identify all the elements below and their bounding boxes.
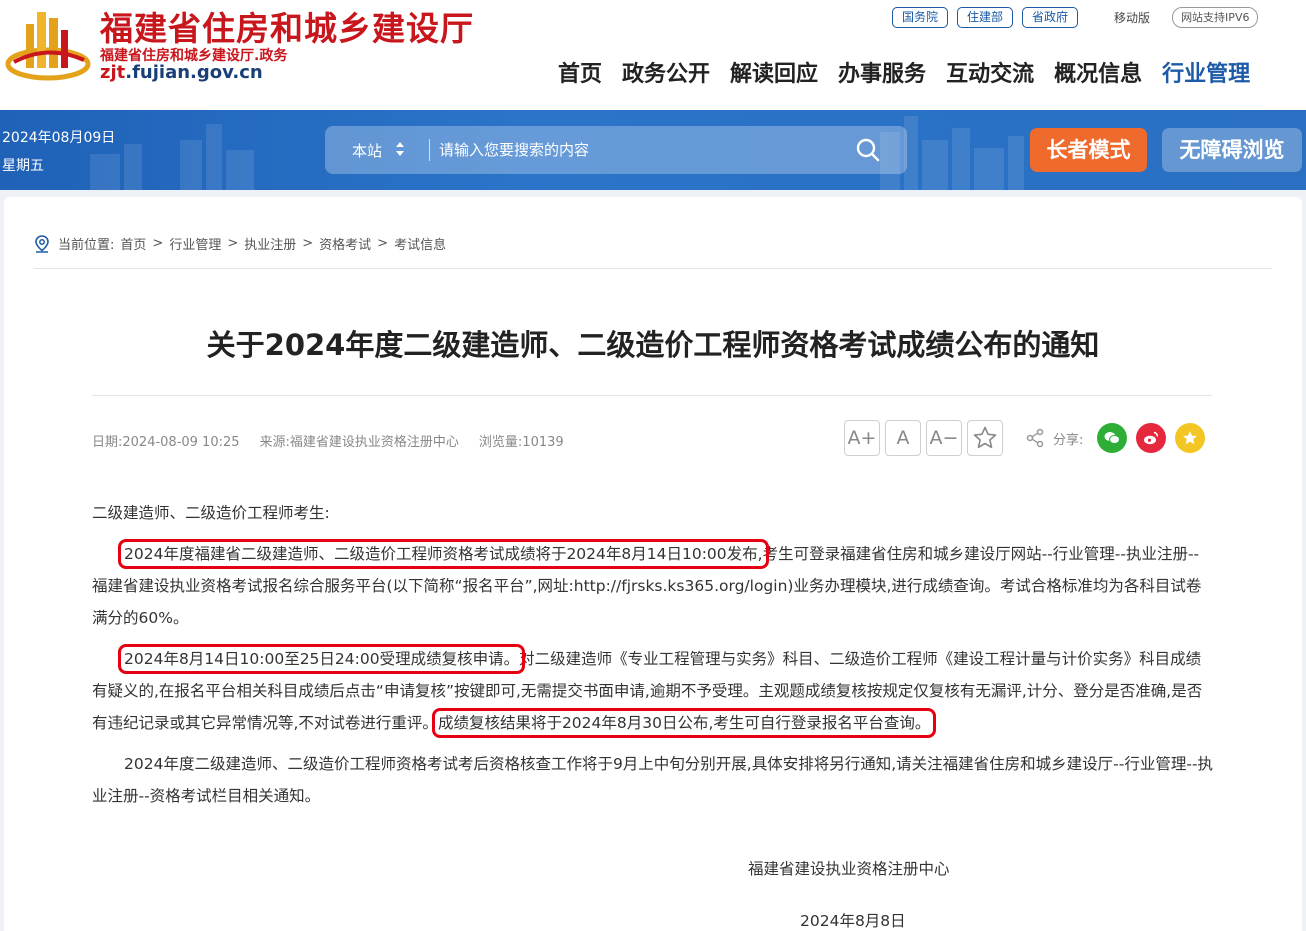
breadcrumb-separator: > — [302, 236, 314, 251]
breadcrumb-qualification[interactable]: 资格考试 — [319, 234, 371, 253]
article-source: 来源:福建省建设执业资格注册中心 — [259, 435, 459, 450]
highlight-review-period: 2024年8月14日10:00至25日24:00受理成绩复核申请。 — [117, 644, 526, 674]
star-icon — [973, 426, 997, 449]
salutation: 二级建造师、二级造价工程师考生: — [92, 504, 330, 522]
breadcrumb-registration[interactable]: 执业注册 — [244, 234, 296, 253]
share-weibo-button[interactable] — [1136, 423, 1167, 453]
article-meta: 日期:2024-08-09 10:25 来源:福建省建设执业资格注册中心 浏览量… — [92, 431, 584, 450]
search-box: 本站 — [325, 126, 907, 174]
breadcrumb-prefix: 当前位置: — [58, 238, 115, 253]
paragraph-3: 2024年度二级建造师、二级造价工程师资格考试考后资格核查工作将于9月上中旬分别… — [92, 755, 1214, 805]
updown-arrows-icon[interactable] — [395, 137, 405, 161]
nav-interpretation[interactable]: 解读回应 — [730, 56, 818, 88]
accessibility-button[interactable]: 无障碍浏览 — [1162, 128, 1302, 172]
highlight-release-time: 2024年度福建省二级建造师、二级造价工程师资格考试成绩将于2024年8月14日… — [118, 539, 769, 569]
nav-home[interactable]: 首页 — [558, 56, 602, 88]
article-tools: A+ A A− 分享: — [844, 420, 1214, 456]
nav-interaction[interactable]: 互动交流 — [946, 56, 1034, 88]
share-favorite-button[interactable] — [1175, 423, 1206, 453]
breadcrumb-separator: > — [152, 236, 164, 251]
ipv6-badge: 网站支持IPV6 — [1172, 7, 1259, 28]
wechat-icon — [1104, 432, 1121, 444]
font-smaller-button[interactable]: A− — [926, 420, 962, 456]
signature-date: 2024年8月8日 — [800, 912, 906, 930]
link-state-council[interactable]: 国务院 — [892, 7, 949, 28]
nav-services[interactable]: 办事服务 — [838, 56, 926, 88]
share-icon — [1026, 428, 1044, 448]
mobile-version-link[interactable]: 移动版 — [1114, 9, 1150, 26]
site-header: 福建省住房和城乡建设厅 福建省住房和城乡建设厅.政务 zjt.fujian.go… — [0, 0, 1306, 110]
breadcrumb: 当前位置: 首页 > 行业管理 > 执业注册 > 资格考试 > 考试信息 — [34, 234, 446, 253]
font-larger-button[interactable]: A+ — [844, 420, 880, 456]
article-body: 二级建造师、二级造价工程师考生: 2024年度福建省二级建造师、二级造价工程师资… — [92, 497, 1214, 821]
nav-industry-management[interactable]: 行业管理 — [1162, 56, 1250, 88]
title-divider — [92, 395, 1212, 396]
current-weekday: 星期五 — [2, 158, 44, 174]
search-banner: 2024年08月09日 星期五 本站 长者模式 无障碍浏览 — [0, 110, 1306, 190]
nav-gov-affairs[interactable]: 政务公开 — [622, 56, 710, 88]
breadcrumb-home[interactable]: 首页 — [120, 234, 146, 253]
government-emblem-logo[interactable] — [4, 4, 92, 84]
domain-main: zjt — [100, 62, 126, 83]
current-date: 2024年08月09日 — [2, 130, 116, 146]
favorite-button[interactable] — [967, 420, 1003, 456]
elder-mode-button[interactable]: 长者模式 — [1030, 128, 1147, 172]
paragraph-1: 2024年度福建省二级建造师、二级造价工程师资格考试成绩将于2024年8月14日… — [92, 538, 1214, 634]
site-domain: zjt.fujian.gov.cn — [100, 62, 263, 83]
article-card: 当前位置: 首页 > 行业管理 > 执业注册 > 资格考试 > 考试信息 关于2… — [4, 197, 1302, 931]
highlight-review-result: 成绩复核结果将于2024年8月30日公布,考生可自行登录报名平台查询。 — [431, 708, 937, 738]
nav-overview[interactable]: 概况信息 — [1054, 56, 1142, 88]
breadcrumb-separator: > — [227, 236, 239, 251]
search-scope-select[interactable]: 本站 — [352, 140, 382, 161]
view-count: 浏览量:10139 — [478, 435, 564, 450]
search-divider — [429, 139, 430, 161]
article-title: 关于2024年度二级建造师、二级造价工程师资格考试成绩公布的通知 — [206, 328, 1100, 362]
link-housing-ministry[interactable]: 住建部 — [957, 7, 1014, 28]
breadcrumb-divider — [34, 268, 1272, 269]
breadcrumb-exam-info[interactable]: 考试信息 — [394, 234, 446, 253]
share-wechat-button[interactable] — [1097, 423, 1128, 453]
share-label: 分享: — [1053, 432, 1084, 448]
paragraph-2: 2024年8月14日10:00至25日24:00受理成绩复核申请。对二级建造师《… — [92, 643, 1214, 739]
signature-org: 福建省建设执业资格注册中心 — [748, 860, 950, 878]
main-nav: 首页 政务公开 解读回应 办事服务 互动交流 概况信息 行业管理 — [548, 56, 1260, 88]
link-provincial-government[interactable]: 省政府 — [1022, 7, 1079, 28]
weibo-icon — [1144, 431, 1159, 445]
search-icon[interactable] — [855, 137, 881, 163]
publish-date: 日期:2024-08-09 10:25 — [92, 435, 240, 450]
breadcrumb-industry[interactable]: 行业管理 — [169, 234, 221, 253]
top-links: 国务院 住建部 省政府 移动版 网站支持IPV6 — [892, 7, 1259, 28]
search-input[interactable] — [439, 135, 839, 165]
site-title[interactable]: 福建省住房和城乡建设厅 — [100, 2, 474, 50]
breadcrumb-separator: > — [377, 236, 389, 251]
font-normal-button[interactable]: A — [885, 420, 921, 456]
domain-rest: .fujian.gov.cn — [125, 62, 263, 83]
location-pin-icon — [35, 234, 49, 253]
star-icon — [1183, 431, 1198, 445]
